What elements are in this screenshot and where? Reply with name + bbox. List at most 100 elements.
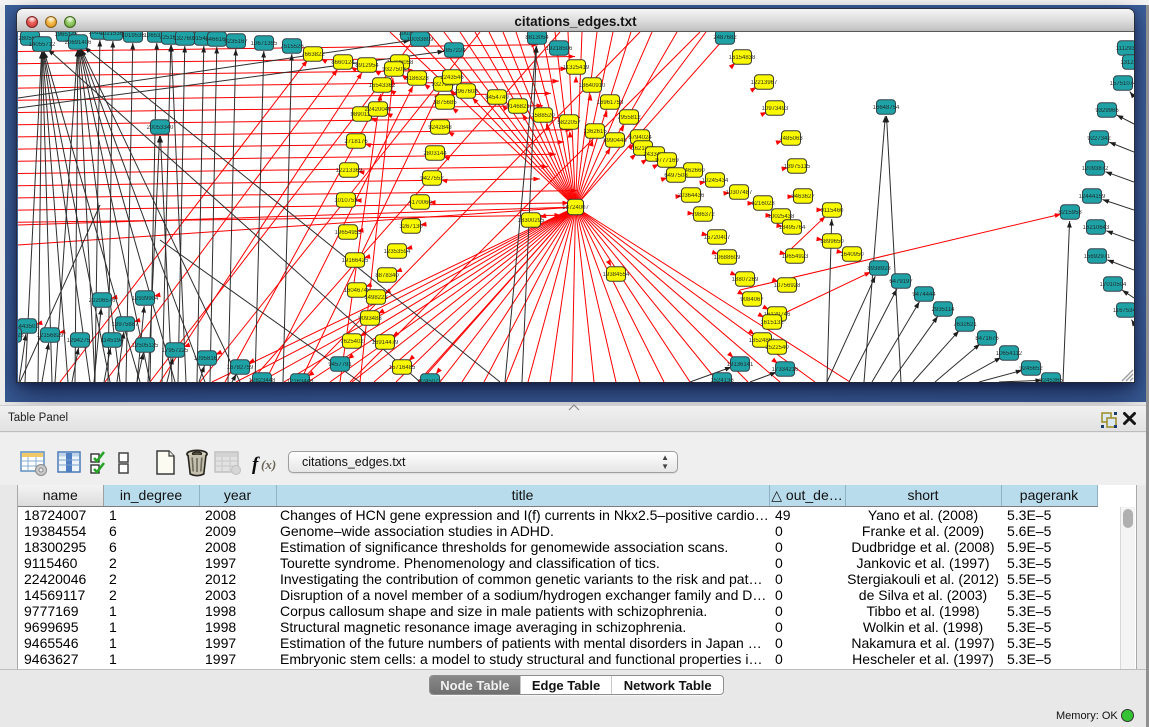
svg-text:18495764: 18495764 (779, 225, 806, 231)
svg-text:2487682: 2487682 (713, 35, 737, 41)
svg-text:16154838: 16154838 (729, 55, 756, 61)
svg-text:16914479: 16914479 (372, 340, 399, 346)
svg-text:1019536: 1019536 (121, 33, 145, 39)
svg-text:12939904: 12939904 (132, 296, 159, 302)
svg-text:20053340: 20053340 (147, 125, 174, 131)
svg-text:12093872: 12093872 (1082, 166, 1109, 172)
svg-text:7485063: 7485063 (779, 136, 803, 142)
svg-text:19654953: 19654953 (335, 230, 362, 236)
svg-text:17334216: 17334216 (772, 367, 799, 373)
svg-text:1615132: 1615132 (760, 320, 784, 326)
svg-text:18300295: 18300295 (518, 218, 545, 224)
svg-text:7515526: 7515526 (280, 44, 304, 50)
svg-text:10973493: 10973493 (762, 106, 789, 112)
svg-text:7986372: 7986372 (691, 212, 715, 218)
svg-text:12163448: 12163448 (287, 379, 314, 382)
svg-text:8912954: 8912954 (355, 63, 379, 69)
svg-text:4170060: 4170060 (408, 200, 432, 206)
svg-text:9245365: 9245365 (1039, 378, 1063, 382)
svg-text:9327503: 9327503 (382, 67, 406, 73)
svg-text:16543362: 16543362 (369, 83, 396, 89)
svg-text:11325419: 11325419 (563, 65, 590, 71)
svg-text:2243546: 2243546 (440, 75, 464, 81)
svg-text:12823448: 12823448 (249, 378, 276, 382)
svg-text:1145194: 1145194 (101, 338, 125, 344)
svg-text:9093488: 9093488 (358, 316, 382, 322)
svg-text:1640950: 1640950 (840, 252, 864, 258)
svg-text:12213967: 12213967 (751, 80, 778, 86)
svg-text:2718176: 2718176 (344, 139, 368, 145)
svg-text:6216023: 6216023 (751, 201, 775, 207)
svg-text:1498222: 1498222 (364, 295, 388, 301)
svg-text:2935114: 2935114 (932, 307, 956, 313)
svg-text:7857224: 7857224 (442, 48, 466, 54)
svg-text:19166425: 19166425 (342, 258, 369, 264)
svg-text:17957225: 17957225 (162, 348, 189, 354)
svg-text:7632621: 7632621 (953, 322, 977, 328)
svg-text:1524136: 1524136 (710, 378, 734, 382)
svg-text:7955812: 7955812 (617, 115, 641, 121)
svg-text:19218506: 19218506 (546, 46, 573, 52)
svg-text:8813054: 8813054 (525, 35, 549, 41)
svg-text:6497508: 6497508 (664, 173, 688, 179)
svg-text:15751074: 15751074 (1110, 81, 1134, 87)
svg-text:10033809: 10033809 (407, 37, 434, 43)
svg-text:16210643: 16210643 (1083, 225, 1110, 231)
svg-text:16782759: 16782759 (227, 365, 254, 371)
svg-text:12156829: 12156829 (37, 333, 64, 339)
svg-text:15720407: 15720407 (704, 235, 731, 241)
svg-text:19136141: 19136141 (727, 362, 754, 368)
svg-text:10688609: 10688609 (714, 255, 741, 261)
svg-text:19654923: 19654923 (782, 254, 809, 260)
svg-text:12353594: 12353594 (384, 249, 411, 255)
svg-text:12505135: 12505135 (132, 343, 159, 349)
svg-text:20206576: 20206576 (89, 298, 116, 304)
svg-text:9245072: 9245072 (418, 379, 442, 382)
svg-text:8235167: 8235167 (224, 39, 248, 45)
svg-text:2967608: 2967608 (454, 89, 478, 95)
svg-text:20691406: 20691406 (65, 40, 92, 46)
svg-text:10245434: 10245434 (702, 178, 729, 184)
svg-text:9227342: 9227342 (1087, 136, 1111, 142)
svg-text:1312856: 1312856 (1120, 60, 1134, 66)
svg-text:15692971: 15692971 (1084, 254, 1111, 260)
svg-text:13975115: 13975115 (784, 164, 811, 170)
svg-text:(x): (x) (261, 457, 276, 472)
svg-text:2803144: 2803144 (423, 151, 447, 157)
svg-text:3915123: 3915123 (18, 333, 24, 339)
svg-text:8660124: 8660124 (331, 60, 355, 66)
svg-text:2522540: 2522540 (765, 345, 789, 351)
svg-text:22420046: 22420046 (365, 107, 392, 113)
svg-text:10307487: 10307487 (726, 190, 753, 196)
svg-text:5822057: 5822057 (557, 120, 581, 126)
svg-text:10654112: 10654112 (996, 351, 1023, 357)
svg-text:6479197: 6479197 (889, 279, 913, 285)
svg-text:7625402: 7625402 (340, 339, 364, 345)
svg-text:9115460: 9115460 (821, 208, 845, 214)
svg-text:8186328: 8186328 (405, 76, 429, 82)
svg-text:8938923: 8938923 (867, 266, 891, 272)
svg-text:1588520: 1588520 (531, 113, 555, 119)
svg-text:3267130: 3267130 (399, 224, 423, 230)
svg-text:9777169: 9777169 (655, 158, 679, 164)
svg-text:8899650: 8899650 (820, 239, 844, 245)
svg-text:9329966: 9329966 (1095, 108, 1119, 114)
svg-text:8990448: 8990448 (603, 138, 627, 144)
svg-text:10958167: 10958167 (194, 356, 221, 362)
svg-text:11675342: 11675342 (1113, 308, 1134, 314)
svg-text:8471676: 8471676 (975, 336, 999, 342)
svg-text:9084067: 9084067 (740, 297, 764, 303)
svg-text:16961758: 16961758 (597, 100, 624, 106)
svg-text:8215958: 8215958 (1058, 210, 1082, 216)
svg-text:10756928: 10756928 (774, 283, 801, 289)
svg-text:8878340: 8878340 (375, 273, 399, 279)
svg-text:f: f (252, 454, 260, 475)
svg-text:9457791: 9457791 (328, 362, 352, 368)
svg-text:1362615: 1362615 (583, 129, 607, 135)
svg-text:9427552: 9427552 (420, 176, 444, 182)
svg-text:1010753: 1010753 (334, 198, 358, 204)
svg-text:10025438: 10025438 (768, 214, 795, 220)
svg-text:19384554: 19384554 (603, 272, 630, 278)
svg-text:9242848: 9242848 (428, 125, 452, 131)
svg-text:12444159: 12444159 (1079, 194, 1106, 200)
